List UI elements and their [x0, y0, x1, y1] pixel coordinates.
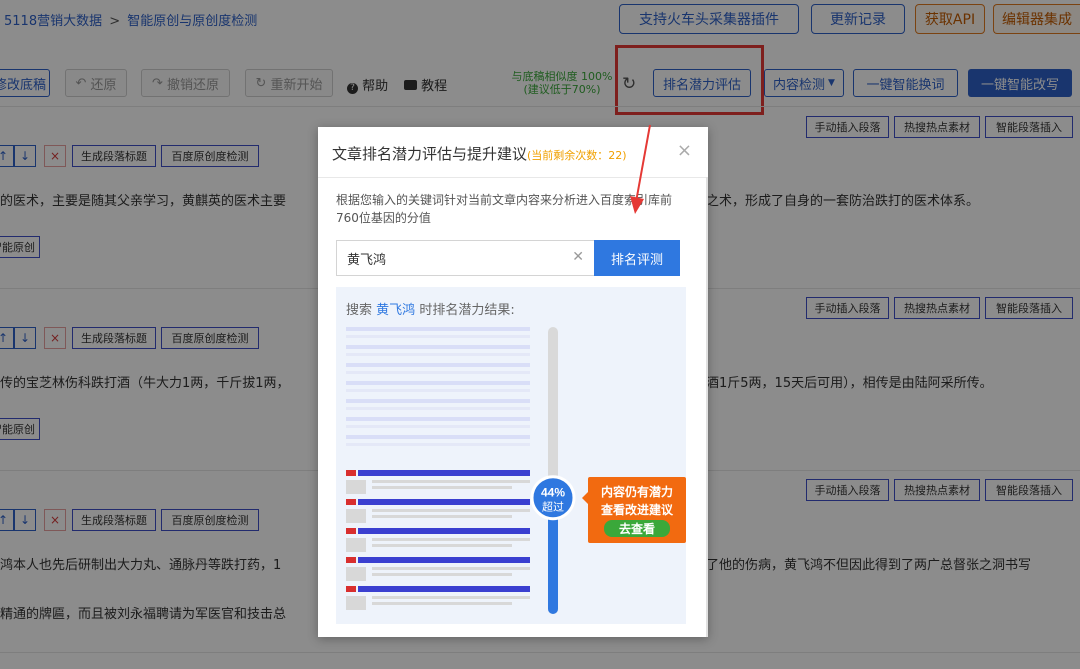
modal-scrollbar[interactable]: [706, 177, 708, 637]
remaining-count: (当前剩余次数：22): [527, 149, 627, 162]
rank-illustration: 44% 超过 内容仍有潜力 查看改进建议 去查看: [346, 327, 686, 614]
result-panel: 搜索 黄飞鸿 时排名潜力结果: 44% 超过 内容仍有潜力 查看改进建议 去查看: [336, 287, 686, 624]
ranked-results: [346, 470, 530, 610]
clear-icon[interactable]: ✕: [572, 249, 584, 265]
modal-title: 文章排名潜力评估与提升建议(当前剩余次数：22): [332, 143, 627, 164]
keyword-value: 黄飞鸿: [347, 252, 387, 268]
view-suggestions-label: 去查看: [619, 521, 655, 536]
gauge-label: 超过: [542, 500, 564, 514]
cta-line2: 查看改进建议: [600, 502, 674, 517]
gauge-percent: 44%: [541, 486, 565, 500]
rank-test-button[interactable]: 排名评测: [594, 240, 680, 276]
close-icon[interactable]: ×: [677, 140, 692, 161]
cta-line1: 内容仍有潜力: [601, 484, 673, 499]
modal-title-text: 文章排名潜力评估与提升建议: [332, 145, 528, 163]
faded-results: [346, 327, 530, 446]
annotation-arrow: [630, 124, 651, 214]
cta-pointer: [582, 492, 588, 504]
keyword-input[interactable]: 黄飞鸿 ✕: [336, 240, 594, 276]
